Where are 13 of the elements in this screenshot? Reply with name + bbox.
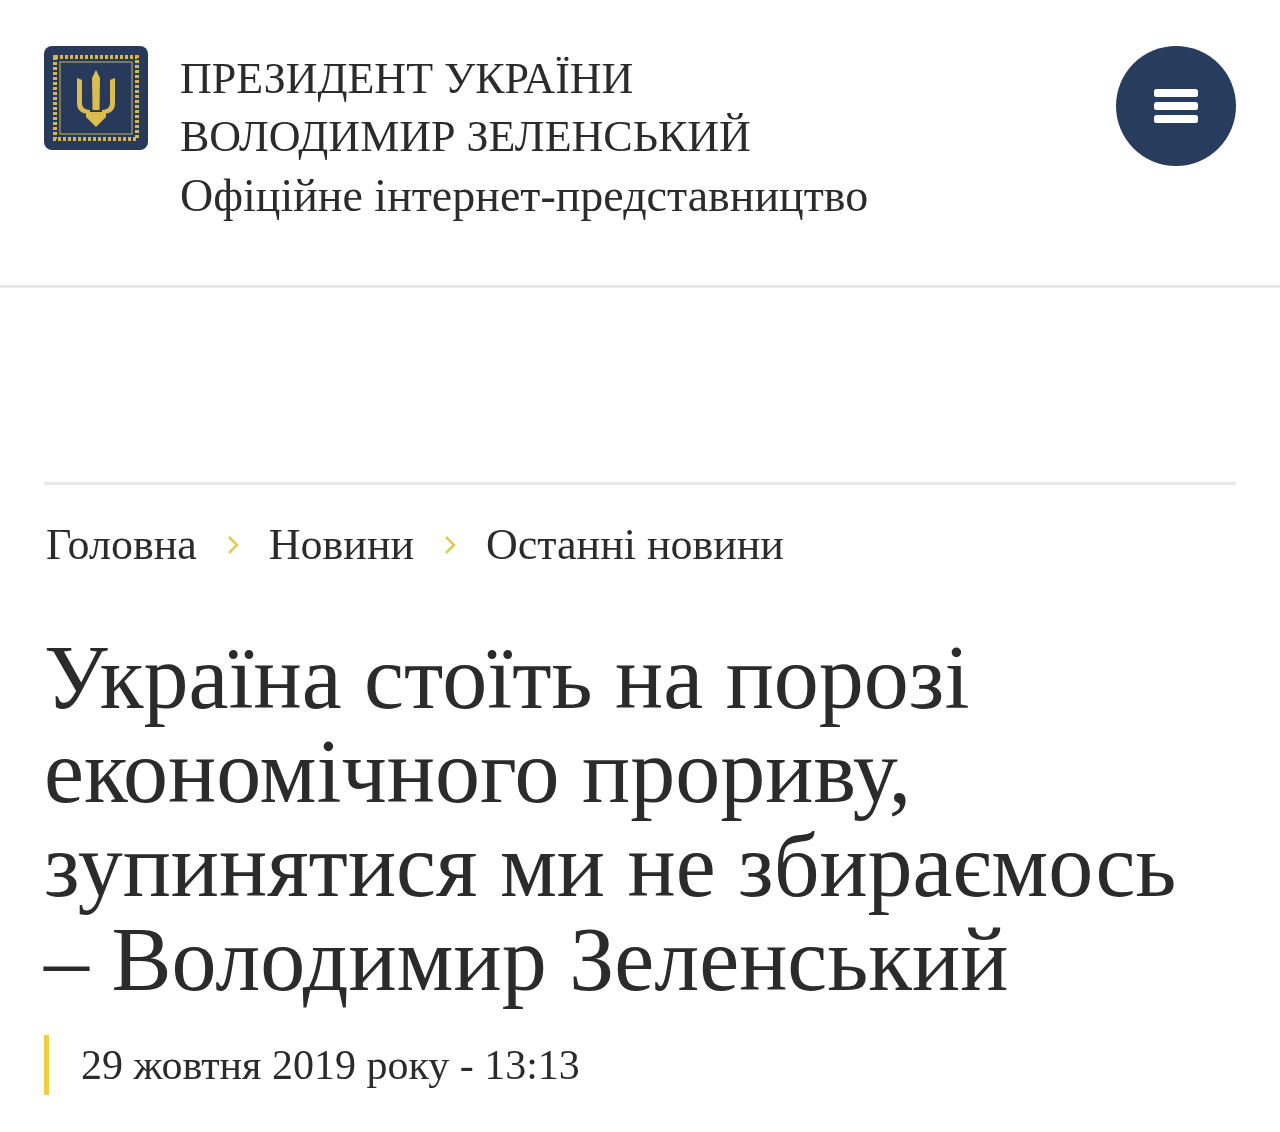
- site-title: ВОЛОДИМИР ЗЕЛЕНСЬКИЙ: [180, 111, 752, 163]
- site-title: ПРЕЗИДЕНТ УКРАЇНИ: [180, 53, 635, 105]
- emblem-logo[interactable]: [44, 46, 148, 150]
- chevron-icon: [444, 535, 456, 555]
- breadcrumb-link[interactable]: Головна: [46, 519, 197, 571]
- breadcrumb-link[interactable]: Останні новини: [486, 519, 784, 571]
- article-date: 29 жовтня 2019 року - 13:13: [81, 1041, 580, 1090]
- breadcrumb-link[interactable]: Новини: [268, 519, 414, 571]
- article-title: Україна стоїть на порозі економічного прориву, зупинятися ми не збираємось – Володимир Зеленський: [44, 631, 1177, 1007]
- menu-icon: [1154, 89, 1198, 123]
- accent-bar: [44, 1035, 49, 1095]
- site-subtitle: Офіційне інтернет-представництво: [180, 169, 869, 223]
- chevron-icon: [226, 535, 239, 555]
